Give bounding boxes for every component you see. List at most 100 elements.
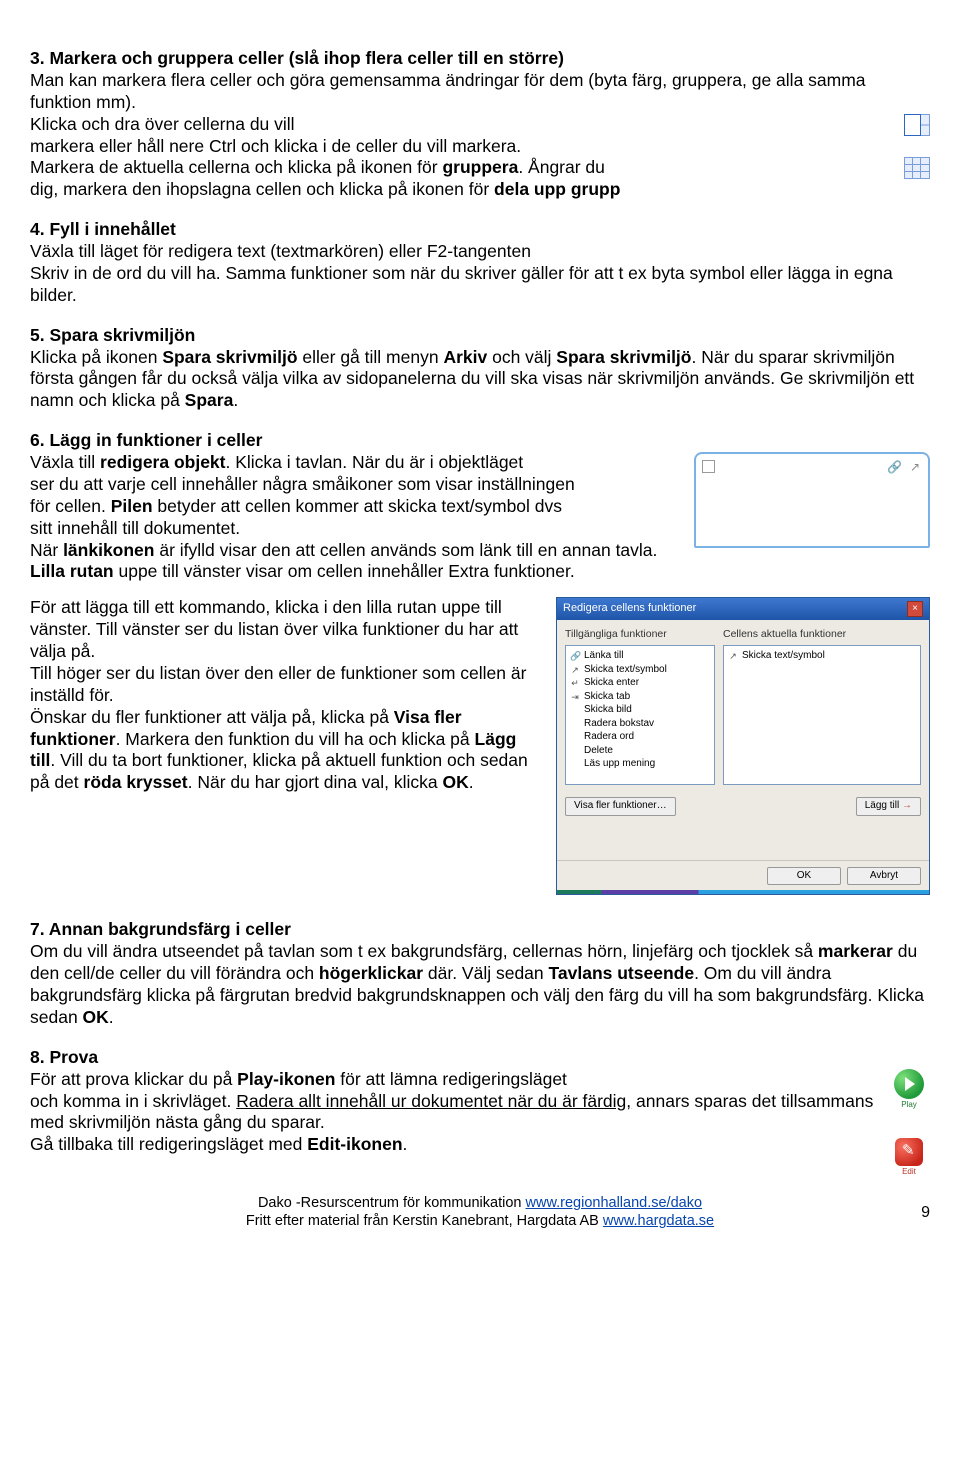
heading-7: 7. Annan bakgrundsfärg i celler [30, 919, 930, 941]
dialog-titlebar: Redigera cellens funktioner × [557, 598, 929, 620]
list-item[interactable]: ↵Skicka enter [570, 676, 710, 690]
t: Skicka enter [584, 676, 639, 690]
edit-icon-container [880, 1138, 930, 1166]
t: Gå tillbaka till redigeringsläget med [30, 1134, 307, 1154]
t: där. Välj sedan [423, 963, 549, 983]
list-item[interactable]: Radera bokstav [570, 717, 710, 731]
available-functions-label: Tillgängliga funktioner [565, 628, 715, 641]
list-item[interactable]: ↗Skicka text/symbol [570, 663, 710, 677]
t: uppe till vänster visar om cellen innehå… [114, 561, 575, 581]
t: OK [83, 1007, 109, 1027]
section-4: 4. Fyll i innehållet Växla till läget fö… [30, 219, 930, 307]
t: . [233, 390, 238, 410]
sec3-p2c-b: gruppera [442, 157, 518, 177]
heading-6: 6. Lägg in funktioner i celler [30, 430, 930, 452]
heading-4: 4. Fyll i innehållet [30, 219, 930, 241]
page-footer: Dako -Resurscentrum för kommunikation ww… [30, 1194, 930, 1230]
list-item[interactable]: 🔗Länka till [570, 649, 710, 663]
current-functions-list[interactable]: ↗Skicka text/symbol [723, 645, 921, 785]
available-functions-list[interactable]: 🔗Länka till ↗Skicka text/symbol ↵Skicka … [565, 645, 715, 785]
t: . [403, 1134, 408, 1154]
edit-icon [895, 1138, 923, 1166]
t: röda krysset [84, 772, 188, 792]
sec3-p1: Man kan markera flera celler och göra ge… [30, 70, 930, 114]
edit-cell-functions-dialog: Redigera cellens funktioner × Tillgängli… [556, 597, 930, 895]
footer-link-1[interactable]: www.regionhalland.se/dako [526, 1195, 703, 1211]
sec3-p2b: markera eller håll nere Ctrl och klicka … [30, 136, 930, 158]
document-page: 3. Markera och gruppera celler (slå ihop… [0, 0, 960, 1251]
sec3-p2a: Klicka och dra över cellerna du vill [30, 114, 295, 134]
t: . [109, 1007, 114, 1027]
t: Om du vill ändra utseendet på tavlan som… [30, 941, 818, 961]
t: Klicka på ikonen [30, 347, 162, 367]
current-functions-label: Cellens aktuella funktioner [723, 628, 921, 641]
add-function-button[interactable]: Lägg till [856, 797, 921, 816]
t: . Klicka i tavlan. När du är i objektläg… [226, 452, 524, 472]
sec3-p2-row: Klicka och dra över cellerna du vill [30, 114, 930, 136]
list-item[interactable]: Läs upp mening [570, 757, 710, 771]
t: betyder att cellen kommer att skicka tex… [153, 496, 562, 516]
t: eller gå till menyn [298, 347, 444, 367]
page-number: 9 [921, 1203, 930, 1223]
show-more-functions-button[interactable]: Visa fler funktioner… [565, 797, 676, 816]
merge-cells-icon [904, 114, 930, 142]
list-item[interactable]: Skicka bild [570, 703, 710, 717]
t: redigera objekt [100, 452, 225, 472]
sec5-p1: Klicka på ikonen Spara skrivmiljö eller … [30, 347, 930, 413]
sec8-l4: Gå tillbaka till redigeringsläget med Ed… [30, 1134, 930, 1156]
dialog-title: Redigera cellens funktioner [563, 602, 696, 616]
t: Skicka bild [584, 703, 632, 717]
play-icon [894, 1069, 924, 1099]
t: är ifylld visar den att cellen används s… [154, 540, 657, 560]
t: för cellen. [30, 496, 111, 516]
t: Skicka text/symbol [584, 663, 667, 677]
sec7-p1: Om du vill ändra utseendet på tavlan som… [30, 941, 930, 1029]
split-cells-icon [904, 157, 930, 185]
t: För att prova klickar du på [30, 1069, 237, 1089]
t: Spara skrivmiljö [162, 347, 297, 367]
t: Delete [584, 744, 613, 758]
footer-text: Fritt efter material från Kerstin Kanebr… [246, 1213, 603, 1229]
sec3-p3-b: dela upp grupp [494, 179, 620, 199]
list-item[interactable]: Radera ord [570, 730, 710, 744]
sec4-p1: Växla till läget för redigera text (text… [30, 241, 930, 263]
sec6-l7: För att lägga till ett kommando, klicka … [30, 597, 546, 663]
list-item[interactable]: Delete [570, 744, 710, 758]
sec3-p2c-row: Markera de aktuella cellerna och klicka … [30, 157, 930, 179]
heading-5: 5. Spara skrivmiljön [30, 325, 930, 347]
list-item[interactable]: ↗Skicka text/symbol [728, 649, 916, 663]
heading-3: 3. Markera och gruppera celler (slå ihop… [30, 48, 930, 70]
sec3-p2c-pre: Markera de aktuella cellerna och klicka … [30, 157, 442, 177]
t: Play-ikonen [237, 1069, 335, 1089]
sec4-p2: Skriv in de ord du vill ha. Samma funkti… [30, 263, 930, 307]
t: Spara skrivmiljö [556, 347, 691, 367]
t: och komma in i skrivläget. [30, 1091, 236, 1111]
cell-preview-image: 🔗 ↗ [694, 452, 930, 548]
send-arrow-icon: ↗ [910, 460, 920, 475]
footer-link-2[interactable]: www.hargdata.se [603, 1213, 714, 1229]
t: Spara [185, 390, 234, 410]
t: Tavlans utseende [549, 963, 695, 983]
t: markerar [818, 941, 893, 961]
t: Läs upp mening [584, 757, 655, 771]
section-7: 7. Annan bakgrundsfärg i celler Om du vi… [30, 919, 930, 1028]
ok-button[interactable]: OK [767, 867, 841, 886]
close-icon[interactable]: × [907, 601, 923, 617]
t: Skicka text/symbol [742, 649, 825, 663]
t: När [30, 540, 63, 560]
t: länkikonen [63, 540, 154, 560]
footer-text: Dako -Resurscentrum för kommunikation [258, 1195, 526, 1211]
t: Radera allt innehåll ur dokumentet när d… [236, 1091, 631, 1111]
t: . När du har gjort dina val, klicka [188, 772, 443, 792]
sec6-l8: Till höger ser du listan över den eller … [30, 663, 546, 707]
section-8: 8. Prova För att prova klickar du på Pla… [30, 1047, 930, 1167]
list-item[interactable]: ⇥Skicka tab [570, 690, 710, 704]
cancel-button[interactable]: Avbryt [847, 867, 921, 886]
extra-functions-box-icon [702, 460, 715, 473]
t: Lilla rutan [30, 561, 114, 581]
sec6-l6: Lilla rutan uppe till vänster visar om c… [30, 561, 930, 583]
t: OK [442, 772, 468, 792]
t: och välj [487, 347, 556, 367]
sec8-l2: och komma in i skrivläget. Radera allt i… [30, 1091, 930, 1135]
section-3: 3. Markera och gruppera celler (slå ihop… [30, 48, 930, 201]
